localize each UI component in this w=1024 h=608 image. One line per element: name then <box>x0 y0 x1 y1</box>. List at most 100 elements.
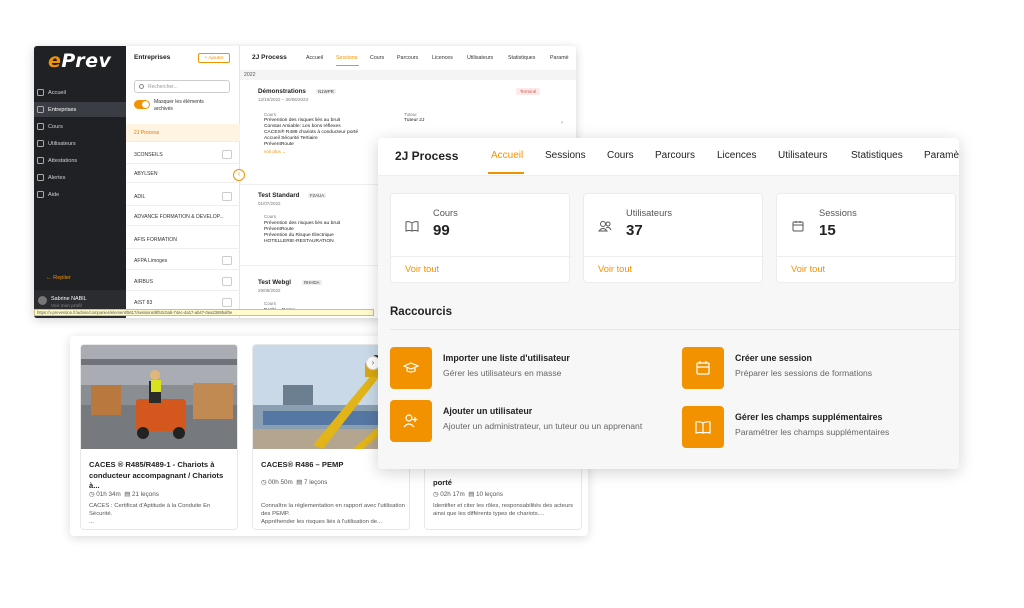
course-description: CACES : Certificat d'Aptitude à la Condu… <box>89 503 211 525</box>
course-title: CACES ® R485/R489-1 - Chariots à conduct… <box>89 460 224 490</box>
list-item[interactable]: ABYLSEN <box>126 165 240 183</box>
tab-licences[interactable]: Licences <box>717 150 756 161</box>
tab-sessions[interactable]: Sessions <box>336 55 358 61</box>
sidebar-item-alertes[interactable]: Alertes <box>34 170 126 185</box>
divider <box>584 256 764 257</box>
shortcut-description: Ajouter un administrateur, un tuteur ou … <box>443 421 643 431</box>
eprev-logo: ePrev <box>48 50 112 72</box>
tab-statistiques[interactable]: Statistiques <box>851 150 903 161</box>
session-title: Test Webgl <box>258 279 292 286</box>
chevron-right-icon[interactable]: › <box>561 120 563 126</box>
course-name: HOTELLERIE-RESTAURATION <box>264 239 334 244</box>
browser-status-bar: https://v.prevention.fr/admin/companies/… <box>34 309 374 316</box>
certificate-icon <box>37 157 44 164</box>
page-title: 2J Process <box>395 149 459 163</box>
tab-cours[interactable]: Cours <box>370 55 384 61</box>
tab-parcours[interactable]: Parcours <box>655 150 695 161</box>
hide-archived-toggle[interactable] <box>134 100 150 109</box>
tab-parametres[interactable]: Paramè <box>550 55 569 61</box>
shortcut-extra-fields[interactable]: Gérer les champs supplémentaires Paramét… <box>682 406 952 456</box>
tab-parcours[interactable]: Parcours <box>397 55 418 61</box>
tab-licences[interactable]: Licences <box>432 55 453 61</box>
session-code: RHHDA <box>302 280 322 285</box>
divider <box>391 256 571 257</box>
tab-accueil[interactable]: Accueil <box>306 55 323 61</box>
course-meta: ◷ 02h 17m ▤ 10 leçons <box>433 491 503 498</box>
sidebar-item-cours[interactable]: Cours <box>34 119 126 134</box>
shortcut-title: Créer une session <box>735 353 812 363</box>
list-item[interactable]: AFPA Limoges <box>126 252 240 270</box>
shortcuts-title: Raccourcis <box>390 306 453 318</box>
stat-card-cours: Cours 99 Voir tout <box>390 193 571 283</box>
list-item[interactable]: ADIL <box>126 188 240 206</box>
shortcut-create-session[interactable]: Créer une session Préparer les sessions … <box>682 347 952 397</box>
stat-card-utilisateurs: Utilisateurs 37 Voir tout <box>583 193 764 283</box>
course-description: Identifier et citer les rôles, responsab… <box>433 503 574 517</box>
tab-utilisateurs[interactable]: Utilisateurs <box>778 150 827 161</box>
shortcut-description: Paramétrer les champs supplémentaires <box>735 427 890 437</box>
folder-icon[interactable] <box>222 192 232 201</box>
course-meta: ◷ 00h 50m ▤ 7 leçons <box>261 479 328 486</box>
sidebar-item-utilisateurs[interactable]: Utilisateurs <box>34 136 126 151</box>
sidebar-item-aide[interactable]: Aide <box>34 187 126 202</box>
folder-icon[interactable] <box>222 298 232 307</box>
sidebar: ePrev Accueil Entreprises Cours Utilisat… <box>34 46 126 318</box>
folder-icon[interactable] <box>222 277 232 286</box>
sidebar-item-attestations[interactable]: Attestations <box>34 153 126 168</box>
collapse-sidebar-button[interactable]: ← Replier <box>46 275 71 281</box>
view-all-courses-link[interactable]: Voir tout <box>405 264 439 274</box>
folder-icon[interactable] <box>222 256 232 265</box>
bell-icon <box>37 174 44 181</box>
list-item[interactable]: ADVANCE FORMATION & DEVELOP... <box>126 208 240 226</box>
shortcut-import-users[interactable]: Importer une liste d'utilisateur Gérer l… <box>390 347 660 397</box>
avatar <box>38 296 47 305</box>
sidebar-item-accueil[interactable]: Accueil <box>34 85 126 100</box>
session-title: Démonstrations <box>258 88 306 95</box>
tab-accueil[interactable]: Accueil <box>491 150 523 161</box>
stat-label: Utilisateurs <box>626 208 672 218</box>
stat-value: 37 <box>626 222 643 239</box>
search-input[interactable]: Rechercher... <box>134 80 230 93</box>
active-tab-indicator <box>336 65 359 66</box>
book-icon <box>682 406 724 448</box>
add-company-button[interactable]: + Ajouter <box>198 53 230 63</box>
show-more-link[interactable]: voir plus ⌄ <box>264 149 286 155</box>
tutor-label: Tuteur <box>404 112 417 117</box>
session-code: N1WPR <box>316 89 336 94</box>
tab-cours[interactable]: Cours <box>607 150 634 161</box>
stat-label: Cours <box>433 208 458 218</box>
company-dashboard: 2J Process Accueil Sessions Cours Parcou… <box>378 138 959 469</box>
tutor-value: Tuteur 2J <box>404 118 425 123</box>
sidebar-item-entreprises[interactable]: Entreprises <box>34 102 126 117</box>
shortcut-title: Gérer les champs supplémentaires <box>735 412 883 422</box>
list-item[interactable]: AIRBUS <box>126 273 240 291</box>
divider <box>777 256 957 257</box>
book-icon <box>405 221 419 232</box>
user-name: Sabrine NABIL <box>51 296 87 302</box>
course-card[interactable]: CACES ® R485/R489-1 - Chariots à conduct… <box>80 344 238 530</box>
shortcut-add-user[interactable]: Ajouter un utilisateur Ajouter un admini… <box>390 400 660 450</box>
active-tab-indicator <box>488 172 524 174</box>
list-item[interactable]: 3CONSEILS <box>126 146 240 164</box>
session-title: Test Standard <box>258 192 300 199</box>
shortcut-title: Importer une liste d'utilisateur <box>443 353 570 363</box>
home-icon <box>37 89 44 96</box>
list-item[interactable]: AFIS FORMATION <box>126 231 240 249</box>
tab-parametres[interactable]: Paramè <box>924 150 959 161</box>
tab-utilisateurs[interactable]: Utilisateurs <box>467 55 493 61</box>
users-icon <box>37 140 44 147</box>
users-icon <box>598 221 612 232</box>
view-all-users-link[interactable]: Voir tout <box>598 264 632 274</box>
book-icon <box>37 123 44 130</box>
view-all-sessions-link[interactable]: Voir tout <box>791 264 825 274</box>
folder-icon[interactable] <box>222 150 232 159</box>
companies-list-panel: Entreprises + Ajouter Rechercher... Masq… <box>126 46 240 318</box>
course-description: Connaître la réglementation en rapport a… <box>261 503 405 525</box>
stat-card-sessions: Sessions 15 Voir tout <box>776 193 957 283</box>
toggle-label: Masquer les éléments archivés <box>154 99 204 112</box>
list-item[interactable]: 2J Process <box>126 124 240 142</box>
tab-statistiques[interactable]: Statistiques <box>508 55 535 61</box>
tab-sessions[interactable]: Sessions <box>545 150 586 161</box>
status-badge: Terminé <box>516 88 541 95</box>
building-icon <box>37 106 44 113</box>
